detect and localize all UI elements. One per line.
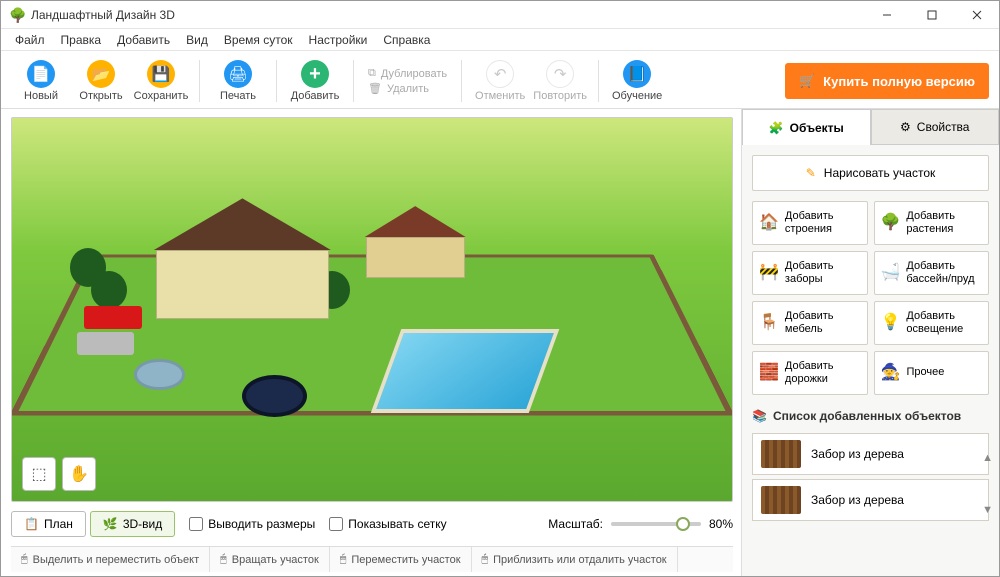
objects-list-header: 📚 Список добавленных объектов <box>752 409 989 423</box>
category-icon: 🧱 <box>759 363 779 382</box>
category-button-6[interactable]: 🧱Добавить дорожки <box>752 351 868 395</box>
menu-edit[interactable]: Правка <box>53 30 110 50</box>
status-select[interactable]: 🖱 Выделить и переместить объект <box>11 547 210 572</box>
category-button-4[interactable]: 🪑Добавить мебель <box>752 301 868 345</box>
tab-properties[interactable]: ⚙ Свойства <box>871 109 1000 145</box>
category-button-0[interactable]: 🏠Добавить строения <box>752 201 868 245</box>
scale-label: Масштаб: <box>548 517 603 531</box>
new-button[interactable]: 📄Новый <box>11 54 71 108</box>
category-icon: 🌳 <box>881 213 901 232</box>
maximize-button[interactable] <box>909 1 954 29</box>
3d-tab[interactable]: 🌿 3D-вид <box>90 511 175 537</box>
grid-checkbox[interactable]: Показывать сетку <box>329 517 446 531</box>
scale-value: 80% <box>709 517 733 531</box>
menubar: Файл Правка Добавить Вид Время суток Нас… <box>1 29 999 51</box>
tab-objects[interactable]: 🧩 Объекты <box>742 109 871 145</box>
undo-button[interactable]: ↶Отменить <box>470 54 530 108</box>
status-move[interactable]: 🖱 Переместить участок <box>330 547 472 572</box>
status-rotate[interactable]: 🖱 Вращать участок <box>210 547 330 572</box>
menu-file[interactable]: Файл <box>7 30 53 50</box>
menu-add[interactable]: Добавить <box>109 30 178 50</box>
status-zoom[interactable]: 🖱 Приблизить или отдалить участок <box>472 547 678 572</box>
sidebar: 🧩 Объекты ⚙ Свойства ✎Нарисовать участок… <box>741 109 999 576</box>
category-button-7[interactable]: 🧙Прочее <box>874 351 990 395</box>
draw-plot-button[interactable]: ✎Нарисовать участок <box>752 155 989 191</box>
plan-tab[interactable]: 📋 План <box>11 511 86 537</box>
app-icon: 🌳 <box>9 7 25 23</box>
category-icon: 🪑 <box>759 313 779 332</box>
object-list-item[interactable]: Забор из дерева <box>752 433 989 475</box>
category-button-5[interactable]: 💡Добавить освещение <box>874 301 990 345</box>
orbit-tool[interactable]: ⬚ <box>22 457 56 491</box>
menu-time[interactable]: Время суток <box>216 30 301 50</box>
dims-checkbox[interactable]: Выводить размеры <box>189 517 315 531</box>
category-icon: 🚧 <box>759 263 779 282</box>
scroll-down-icon[interactable]: ▼ <box>982 504 993 516</box>
object-list-item[interactable]: Забор из дерева <box>752 479 989 521</box>
titlebar: 🌳 Ландшафтный Дизайн 3D <box>1 1 999 29</box>
add-button[interactable]: +Добавить <box>285 54 345 108</box>
print-button[interactable]: 🖨Печать <box>208 54 268 108</box>
redo-button[interactable]: ↷Повторить <box>530 54 590 108</box>
category-icon: 💡 <box>881 313 901 332</box>
menu-view[interactable]: Вид <box>178 30 216 50</box>
pencil-icon: ✎ <box>806 166 816 180</box>
scale-slider[interactable] <box>611 522 701 526</box>
close-button[interactable] <box>954 1 999 29</box>
category-button-3[interactable]: 🛁Добавить бассейн/пруд <box>874 251 990 295</box>
learn-button[interactable]: 📘Обучение <box>607 54 667 108</box>
delete-button[interactable]: 🗑 Удалить <box>368 82 447 95</box>
object-thumbnail <box>761 486 801 514</box>
pan-tool[interactable]: ✋ <box>62 457 96 491</box>
open-button[interactable]: 📂Открыть <box>71 54 131 108</box>
minimize-button[interactable] <box>864 1 909 29</box>
window-title: Ландшафтный Дизайн 3D <box>31 8 864 22</box>
category-button-1[interactable]: 🌳Добавить растения <box>874 201 990 245</box>
toolbar: 📄Новый 📂Открыть 💾Сохранить 🖨Печать +Доба… <box>1 51 999 109</box>
menu-settings[interactable]: Настройки <box>301 30 376 50</box>
statusbar: 🖱 Выделить и переместить объект 🖱 Вращат… <box>11 546 733 572</box>
save-button[interactable]: 💾Сохранить <box>131 54 191 108</box>
buy-button[interactable]: 🛒Купить полную версию <box>785 63 989 99</box>
category-button-2[interactable]: 🚧Добавить заборы <box>752 251 868 295</box>
category-icon: 🛁 <box>881 263 901 282</box>
object-thumbnail <box>761 440 801 468</box>
scroll-up-icon[interactable]: ▲ <box>982 452 993 464</box>
cart-icon: 🛒 <box>799 73 815 89</box>
category-icon: 🏠 <box>759 213 779 232</box>
duplicate-button[interactable]: ⧉ Дублировать <box>368 67 447 80</box>
category-icon: 🧙 <box>881 363 901 382</box>
menu-help[interactable]: Справка <box>375 30 438 50</box>
3d-viewport[interactable]: ⬚ ✋ <box>11 117 733 502</box>
